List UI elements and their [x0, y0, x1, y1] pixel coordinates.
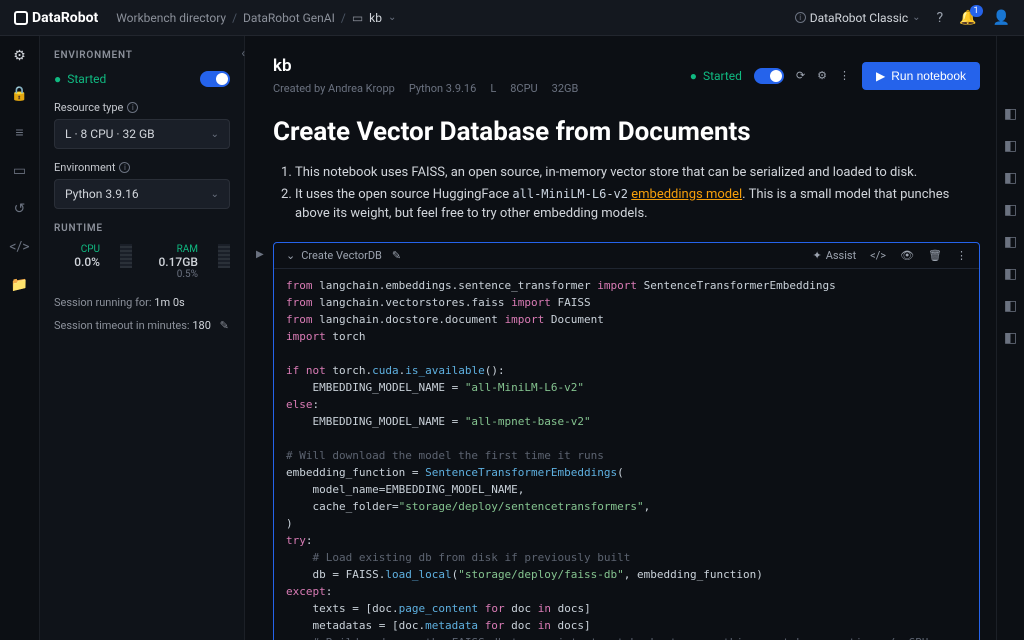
ram-value: 0.17GB — [152, 255, 198, 269]
notifications-icon[interactable]: 🔔1 — [959, 10, 976, 26]
classic-link[interactable]: i DataRobot Classic ⌄ — [795, 11, 921, 25]
info-icon: i — [795, 12, 806, 23]
notebook-h1: Create Vector Database from Documents — [273, 117, 980, 147]
right-rail: ◧ ◧ ◧ ◧ ◧ ◧ ◧ ◧ — [996, 36, 1024, 640]
env-select[interactable]: Python 3.9.16 ⌄ — [54, 179, 230, 209]
page-title: kb — [273, 56, 578, 76]
session-timeout-value: 180 — [192, 319, 211, 332]
cell-code[interactable]: from langchain.embeddings.sentence_trans… — [274, 269, 979, 640]
settings-icon[interactable]: ⚙ — [817, 69, 827, 82]
env-toggle[interactable] — [200, 71, 230, 87]
notebook-toggle[interactable] — [754, 68, 784, 84]
crumb-current[interactable]: kb — [369, 11, 382, 25]
page-size: L — [490, 82, 496, 95]
cpu-value: 0.0% — [54, 255, 100, 269]
cpu-bar-icon — [120, 244, 132, 268]
ram-bar-icon — [218, 244, 230, 268]
rail-history-icon[interactable]: ↺ — [14, 201, 26, 217]
assist-button[interactable]: ✦ Assist — [812, 249, 856, 262]
rail-lock-icon[interactable]: 🔒 — [11, 86, 28, 102]
rail-code-icon[interactable]: </> — [9, 239, 29, 255]
session-running-value: 1m 0s — [154, 296, 184, 309]
cell-edit-icon[interactable]: ✎ — [392, 249, 401, 262]
play-icon: ▶ — [876, 69, 885, 83]
rr-icon-4[interactable]: ◧ — [1004, 202, 1017, 218]
code-cell[interactable]: ▶ ⌄ Create VectorDB ✎ ✦ Assist </> 👁 🗑 ⋮… — [273, 242, 980, 640]
list-item: It uses the open source HuggingFace all-… — [295, 185, 980, 224]
cell-run-icon[interactable]: ▶ — [256, 249, 264, 260]
rail-folder-icon[interactable]: 📁 — [11, 277, 28, 293]
rr-icon-6[interactable]: ◧ — [1004, 266, 1017, 282]
page-mem: 32GB — [552, 82, 579, 95]
env-status: ● Started — [54, 72, 106, 86]
info-icon[interactable]: i — [119, 162, 130, 173]
cpu-label: CPU — [54, 244, 100, 255]
ram-label: RAM — [152, 244, 198, 255]
env-heading: ENVIRONMENT — [54, 50, 230, 61]
embeddings-link[interactable]: embeddings model — [631, 187, 742, 202]
cell-more-icon[interactable]: ⋮ — [956, 249, 967, 262]
refresh-icon[interactable]: ⟳ — [796, 69, 805, 82]
hide-output-icon[interactable]: 👁 — [900, 249, 914, 262]
info-icon[interactable]: i — [127, 102, 138, 113]
logo-icon — [14, 11, 28, 25]
status-dot-icon: ● — [54, 72, 61, 86]
resource-label: Resource type i — [54, 101, 230, 114]
runtime-heading: RUNTIME — [54, 223, 230, 234]
rr-icon-7[interactable]: ◧ — [1004, 298, 1017, 314]
code-view-icon[interactable]: </> — [870, 249, 886, 262]
rr-icon-5[interactable]: ◧ — [1004, 234, 1017, 250]
page-cpu: 8CPU — [510, 82, 537, 95]
crumb-dropdown-icon[interactable]: ⌄ — [388, 12, 396, 23]
edit-timeout-icon[interactable]: ✎ — [220, 319, 229, 332]
session-running-label: Session running for: — [54, 296, 152, 309]
crumb-parent[interactable]: DataRobot GenAI — [243, 11, 335, 25]
resource-select[interactable]: L · 8 CPU · 32 GB ⌄ — [54, 119, 230, 149]
rr-icon-8[interactable]: ◧ — [1004, 330, 1017, 346]
rr-icon-1[interactable]: ◧ — [1004, 106, 1017, 122]
crumb-icon: ▭ — [352, 11, 363, 25]
chevron-down-icon: ⌄ — [211, 189, 219, 200]
breadcrumb: Workbench directory / DataRobot GenAI / … — [116, 11, 396, 25]
rail-settings-icon[interactable]: ⚙ — [13, 48, 26, 64]
run-notebook-button[interactable]: ▶ Run notebook — [862, 62, 980, 90]
brand-text: DataRobot — [32, 10, 98, 26]
session-timeout-label: Session timeout in minutes: — [54, 319, 190, 332]
user-icon[interactable]: 👤 — [993, 10, 1010, 26]
rail-terminal-icon[interactable]: ▭ — [13, 163, 26, 179]
list-item: This notebook uses FAISS, an open source… — [295, 163, 980, 183]
rr-icon-3[interactable]: ◧ — [1004, 170, 1017, 186]
env-sidebar: ‹ ENVIRONMENT ● Started Resource type i … — [40, 36, 245, 640]
help-icon[interactable]: ? — [937, 10, 944, 26]
page-author: Andrea Kropp — [328, 82, 395, 95]
cell-title: Create VectorDB — [301, 249, 382, 262]
left-rail: ⚙ 🔒 ≡ ▭ ↺ </> 📁 — [0, 36, 40, 640]
ram-pct: 0.5% — [152, 269, 198, 280]
rr-icon-2[interactable]: ◧ — [1004, 138, 1017, 154]
rail-list-icon[interactable]: ≡ — [15, 124, 23, 141]
page-python: Python 3.9.16 — [409, 82, 477, 95]
crumb-root[interactable]: Workbench directory — [116, 11, 226, 25]
more-icon[interactable]: ⋮ — [839, 69, 850, 82]
delete-cell-icon[interactable]: 🗑 — [928, 249, 942, 262]
cell-chevron-icon[interactable]: ⌄ — [286, 249, 295, 262]
env-label: Environment i — [54, 161, 230, 174]
notebook-status: ●Started — [690, 69, 742, 83]
chevron-down-icon: ⌄ — [211, 129, 219, 140]
brand-logo[interactable]: DataRobot — [14, 10, 98, 26]
notebook-intro-list: This notebook uses FAISS, an open source… — [273, 163, 980, 224]
